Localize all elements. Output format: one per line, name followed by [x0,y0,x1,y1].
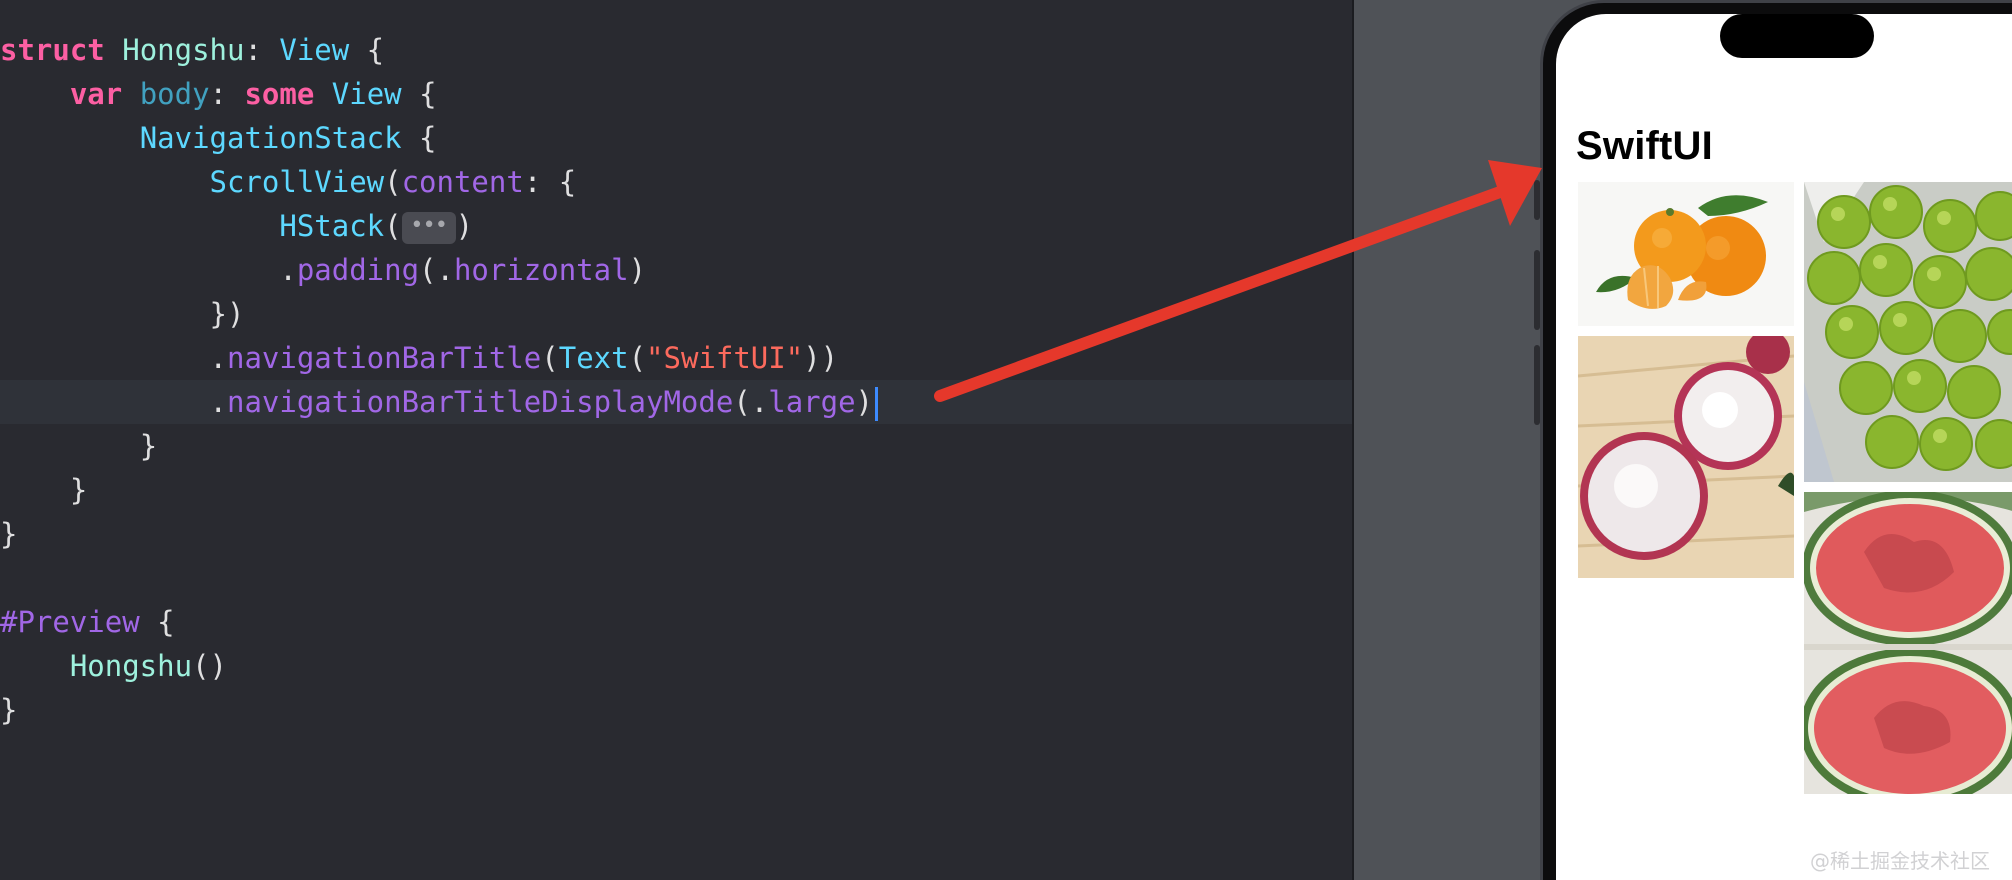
phone-screen[interactable]: SwiftUI [1556,14,2012,880]
code-token: )) [803,341,839,375]
code-token: : [244,33,280,67]
watermark: @稀土掘金技术社区 [1810,849,1990,873]
code-line[interactable]: } [0,424,157,468]
folded-code-token[interactable]: ••• [401,212,456,244]
code-token: Hongshu [122,33,245,67]
code-token: { [401,121,437,155]
code-token: ( [541,341,559,375]
code-token: ( [384,209,402,243]
code-token: . [279,253,297,287]
code-line[interactable]: HStack(•••) [0,204,473,248]
code-line[interactable]: ScrollView(content: { [0,160,577,204]
code-token: }) [209,297,245,331]
code-token: large [768,385,856,419]
code-line[interactable]: .navigationBarTitleDisplayMode(.large) [0,380,879,424]
code-line[interactable]: struct Hongshu: View { [0,28,384,72]
code-token: ScrollView [209,165,385,199]
photo-lychees[interactable] [1578,336,1794,578]
code-token: Text [558,341,629,375]
code-token: } [139,429,158,463]
code-token: ) [855,385,874,419]
code-line[interactable]: .navigationBarTitle(Text("SwiftUI")) [0,336,839,380]
photo-green-plums[interactable] [1804,182,2012,482]
code-token: #Preview [0,605,140,639]
code-token: ) [628,253,647,287]
code-token: } [69,473,88,507]
code-token: View [331,77,402,111]
code-token: horizontal [453,253,629,287]
code-line[interactable]: Hongshu() [0,644,227,688]
code-token: Hongshu [69,649,193,683]
code-token: : [209,77,245,111]
code-token: "SwiftUI" [646,341,804,375]
code-line[interactable]: var body: some View { [0,72,437,116]
code-line[interactable]: }) [0,292,245,336]
code-token: () [192,649,227,683]
code-line[interactable]: } [0,468,87,512]
code-token: ) [455,209,474,243]
code-token: { [139,605,175,639]
code-token: body [139,77,210,111]
code-line[interactable]: #Preview { [0,600,175,644]
code-line[interactable]: .padding(.horizontal) [0,248,646,292]
code-token: content [401,165,524,199]
code-token: { [401,77,437,111]
code-token: (. [419,253,454,287]
code-token: navigationBarTitleDisplayMode [226,385,734,419]
code-token: } [0,693,18,727]
code-token: struct [0,33,105,67]
code-token: . [209,385,227,419]
code-editor[interactable]: struct Hongshu: View { var body: some Vi… [0,0,1352,880]
code-line[interactable]: } [0,688,17,732]
code-line[interactable]: NavigationStack { [0,116,437,160]
navigation-title: SwiftUI [1576,124,1713,168]
preview-canvas: SwiftUI [1354,0,2012,880]
code-token: some [244,77,315,111]
text-caret [875,387,879,421]
code-token: navigationBarTitle [226,341,542,375]
photo-watermelon[interactable] [1804,492,2012,794]
code-token: } [0,517,18,551]
code-token: padding [296,253,420,287]
dynamic-island [1720,14,1874,58]
code-line[interactable]: } [0,512,17,556]
code-token: . [209,341,227,375]
code-token: var [69,77,123,111]
code-token: NavigationStack [139,121,402,155]
code-token: View [279,33,350,67]
code-token: : { [523,165,577,199]
code-token: ( [628,341,647,375]
code-token: ( [384,165,402,199]
code-token: HStack [279,209,385,243]
code-token: (. [733,385,769,419]
photo-mandarin-oranges[interactable] [1578,182,1794,326]
code-token: { [349,33,385,67]
